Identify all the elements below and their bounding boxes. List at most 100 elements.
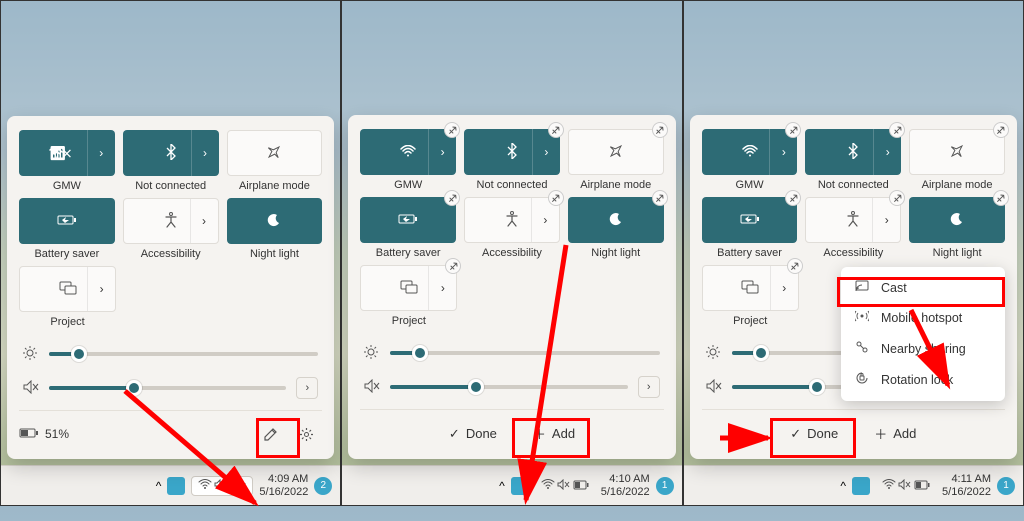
accessibility-label: Accessibility — [141, 248, 201, 260]
audio-output-button[interactable]: › — [296, 377, 318, 399]
wifi-tile[interactable]: › — [360, 129, 456, 175]
night-light-icon — [267, 213, 281, 230]
popup-nearby-sharing[interactable]: Nearby sharing — [845, 333, 1001, 364]
night-light-tile[interactable] — [568, 197, 664, 243]
brightness-slider[interactable] — [49, 352, 318, 356]
tray-app-icon[interactable] — [167, 477, 185, 495]
tile-grid: ⨯︎ 📶︎ › GMW › Not connected — [19, 130, 322, 260]
plus-icon: ＋ — [533, 424, 546, 443]
project-expand[interactable]: › — [87, 267, 115, 311]
unpin-project[interactable] — [445, 258, 461, 274]
system-tray[interactable] — [876, 477, 936, 495]
night-light-label: Night light — [933, 247, 982, 259]
unpin-night-light[interactable] — [993, 190, 1009, 206]
tray-chevron-up-icon[interactable]: ^ — [499, 479, 505, 493]
airplane-label: Airplane mode — [239, 180, 310, 192]
unpin-night-light[interactable] — [652, 190, 668, 206]
night-light-tile[interactable] — [909, 197, 1005, 243]
accessibility-tile[interactable]: › — [123, 198, 219, 244]
bluetooth-label: Not connected — [477, 179, 548, 191]
add-button[interactable]: ＋ Add — [860, 418, 930, 449]
unpin-wifi[interactable] — [444, 122, 460, 138]
battery-saver-icon — [57, 213, 77, 229]
airplane-icon — [949, 143, 965, 162]
popup-rotation-lock[interactable]: Rotation lock — [845, 364, 1001, 395]
done-button[interactable]: ✓ Done — [435, 418, 511, 449]
unpin-battery-saver[interactable] — [444, 190, 460, 206]
unpin-airplane[interactable] — [993, 122, 1009, 138]
battery-saver-tile[interactable] — [19, 198, 115, 244]
edit-button[interactable] — [254, 419, 286, 449]
night-light-tile[interactable] — [227, 198, 323, 244]
brightness-slider-row — [364, 341, 659, 365]
volume-muted-icon — [23, 380, 39, 397]
popup-mobile-hotspot[interactable]: Mobile hotspot — [845, 302, 1001, 333]
system-tray[interactable] — [535, 477, 595, 495]
airplane-tile[interactable] — [227, 130, 323, 176]
project-label: Project — [50, 316, 84, 328]
unpin-bluetooth[interactable] — [889, 122, 905, 138]
wifi-tile[interactable]: ⨯︎ 📶︎ › — [19, 130, 115, 176]
volume-slider-row: › — [23, 376, 318, 400]
battery-saver-label: Battery saver — [34, 248, 99, 260]
taskbar-clock[interactable]: 4:11 AM 5/16/2022 — [942, 473, 991, 497]
unpin-bluetooth[interactable] — [548, 122, 564, 138]
tray-chevron-up-icon[interactable]: ^ — [840, 479, 846, 493]
accessibility-label: Accessibility — [823, 247, 883, 259]
bluetooth-tile[interactable]: › — [805, 129, 901, 175]
notification-badge[interactable]: 1 — [656, 477, 674, 495]
accessibility-tile[interactable]: › — [805, 197, 901, 243]
taskbar: ^ 4:11 AM 5/16/2022 1 — [684, 465, 1023, 505]
unpin-wifi[interactable] — [785, 122, 801, 138]
battery-saver-tile[interactable] — [360, 197, 456, 243]
taskbar-clock[interactable]: 4:10 AM 5/16/2022 — [601, 473, 650, 497]
volume-slider[interactable] — [390, 385, 627, 389]
bluetooth-tile[interactable]: › — [464, 129, 560, 175]
taskbar-time: 4:11 AM — [951, 473, 991, 485]
chevron-right-icon: › — [441, 145, 445, 159]
tray-app-icon[interactable] — [852, 477, 870, 495]
taskbar: ^ 4:09 AM 5/16/2022 2 — [1, 465, 340, 505]
notification-badge[interactable]: 2 — [314, 477, 332, 495]
unpin-accessibility[interactable] — [548, 190, 564, 206]
unpin-project[interactable] — [787, 258, 803, 274]
battery-saver-icon — [398, 212, 418, 228]
accessibility-label: Accessibility — [482, 247, 542, 259]
volume-tray-icon — [214, 479, 228, 493]
accessibility-tile[interactable]: › — [464, 197, 560, 243]
done-button[interactable]: ✓ Done — [776, 418, 852, 449]
airplane-tile[interactable] — [909, 129, 1005, 175]
tray-chevron-up-icon[interactable]: ^ — [156, 479, 162, 493]
taskbar-clock[interactable]: 4:09 AM 5/16/2022 — [259, 473, 308, 497]
add-popup: Cast Mobile hotspot Nearby sharing Rotat… — [841, 267, 1005, 401]
project-tile[interactable]: › — [19, 266, 116, 312]
project-tile[interactable]: › — [702, 265, 799, 311]
settings-button[interactable] — [290, 419, 322, 449]
popup-cast[interactable]: Cast — [845, 273, 1001, 302]
project-tile[interactable]: › — [360, 265, 457, 311]
wifi-tray-icon — [198, 479, 212, 493]
system-tray[interactable] — [191, 476, 253, 496]
volume-slider[interactable] — [49, 386, 286, 390]
audio-output-button[interactable]: › — [638, 376, 660, 398]
wifi-tile[interactable]: › — [702, 129, 798, 175]
bluetooth-icon — [848, 143, 858, 162]
unpin-accessibility[interactable] — [889, 190, 905, 206]
unpin-battery-saver[interactable] — [785, 190, 801, 206]
brightness-slider[interactable] — [390, 351, 659, 355]
battery-saver-label: Battery saver — [376, 247, 441, 259]
wifi-expand[interactable]: › — [87, 130, 115, 176]
volume-muted-icon — [706, 379, 722, 396]
night-light-label: Night light — [250, 248, 299, 260]
accessibility-expand[interactable]: › — [190, 199, 218, 243]
bluetooth-tile[interactable]: › — [123, 130, 219, 176]
tray-app-icon[interactable] — [511, 477, 529, 495]
chevron-right-icon: › — [782, 145, 786, 159]
unpin-airplane[interactable] — [652, 122, 668, 138]
notification-badge[interactable]: 1 — [997, 477, 1015, 495]
bluetooth-expand[interactable]: › — [191, 130, 219, 176]
airplane-tile[interactable] — [568, 129, 664, 175]
battery-saver-tile[interactable] — [702, 197, 798, 243]
add-button[interactable]: ＋ Add — [519, 418, 589, 449]
taskbar-date: 5/16/2022 — [601, 486, 650, 498]
